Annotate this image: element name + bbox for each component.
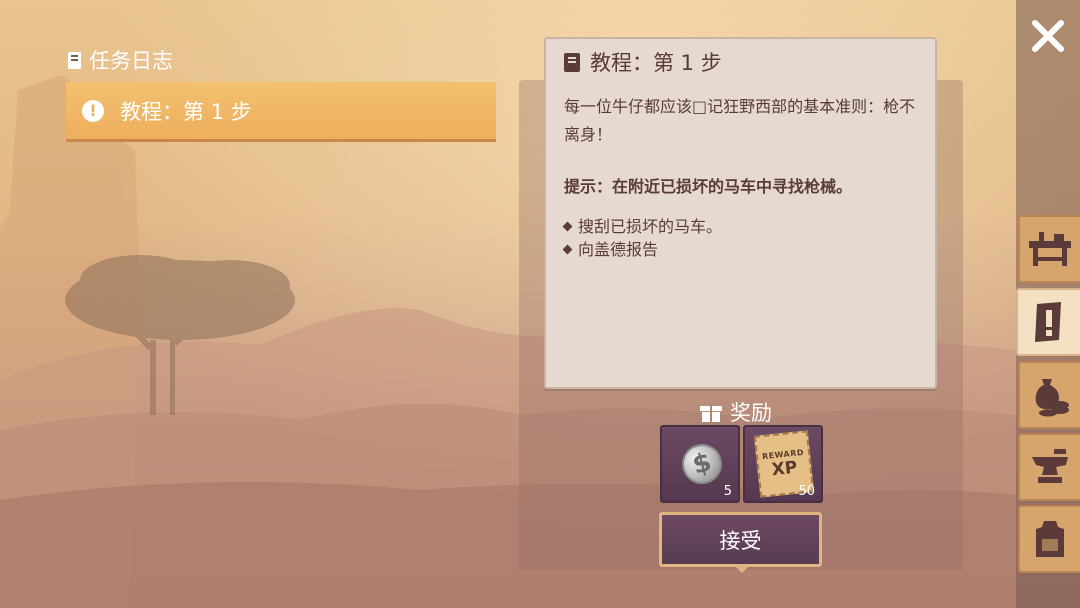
accept-button[interactable]: 接受 xyxy=(659,512,822,573)
reward-slot-coins[interactable]: $ 5 xyxy=(660,425,740,503)
quest-scroll-icon xyxy=(1035,302,1061,342)
close-icon xyxy=(1032,20,1064,52)
gift-icon xyxy=(700,402,722,422)
objective-item: 搜刮已损坏的马车。 xyxy=(562,215,917,238)
quest-detail-header: 教程：第 1 步 xyxy=(564,49,917,75)
objective-item: 向盖德报告 xyxy=(562,238,917,261)
journal-icon xyxy=(68,51,81,69)
objective-list: 搜刮已损坏的马车。 向盖德报告 xyxy=(562,215,917,261)
reward-slot-xp[interactable]: REWARD XP 50 xyxy=(743,425,823,503)
tab-economy[interactable] xyxy=(1018,361,1080,429)
quest-log-header: 任务日志 xyxy=(68,45,173,75)
workbench-icon xyxy=(1029,232,1071,266)
quest-description: 每一位牛仔都应该□记狂野西部的基本准则：枪不离身！ xyxy=(564,97,916,144)
bullet-diamond-icon xyxy=(562,221,573,232)
quest-hint: 提示：在附近已损坏的马车中寻找枪械。 xyxy=(564,177,853,196)
close-button[interactable] xyxy=(1022,8,1074,64)
money-bag-coins-icon xyxy=(1035,379,1069,417)
exclamation-icon: ! xyxy=(82,99,104,122)
reward-count: 50 xyxy=(798,484,815,499)
quest-list-item-selected[interactable]: ! 教程：第 1 步 xyxy=(66,82,496,142)
quest-item-label: 教程：第 1 步 xyxy=(120,99,252,124)
reward-count: 5 xyxy=(723,484,732,499)
silver-coin-icon: $ xyxy=(677,439,727,489)
rewards-header: 奖励 xyxy=(700,397,772,427)
tab-crafting[interactable] xyxy=(1018,215,1080,283)
tab-smithing[interactable] xyxy=(1018,433,1080,501)
tab-inventory[interactable] xyxy=(1018,505,1080,573)
quest-detail-card: 教程：第 1 步 每一位牛仔都应该□记狂野西部的基本准则：枪不离身！ 提示：在附… xyxy=(544,37,937,389)
anvil-icon xyxy=(1032,449,1068,483)
backpack-icon xyxy=(1036,521,1064,557)
journal-icon xyxy=(564,52,580,72)
quest-log-title: 任务日志 xyxy=(89,49,173,73)
bullet-diamond-icon xyxy=(562,244,573,255)
tab-quests[interactable] xyxy=(1016,288,1080,356)
rewards-label: 奖励 xyxy=(730,401,772,425)
quest-detail-title: 教程：第 1 步 xyxy=(590,51,722,75)
